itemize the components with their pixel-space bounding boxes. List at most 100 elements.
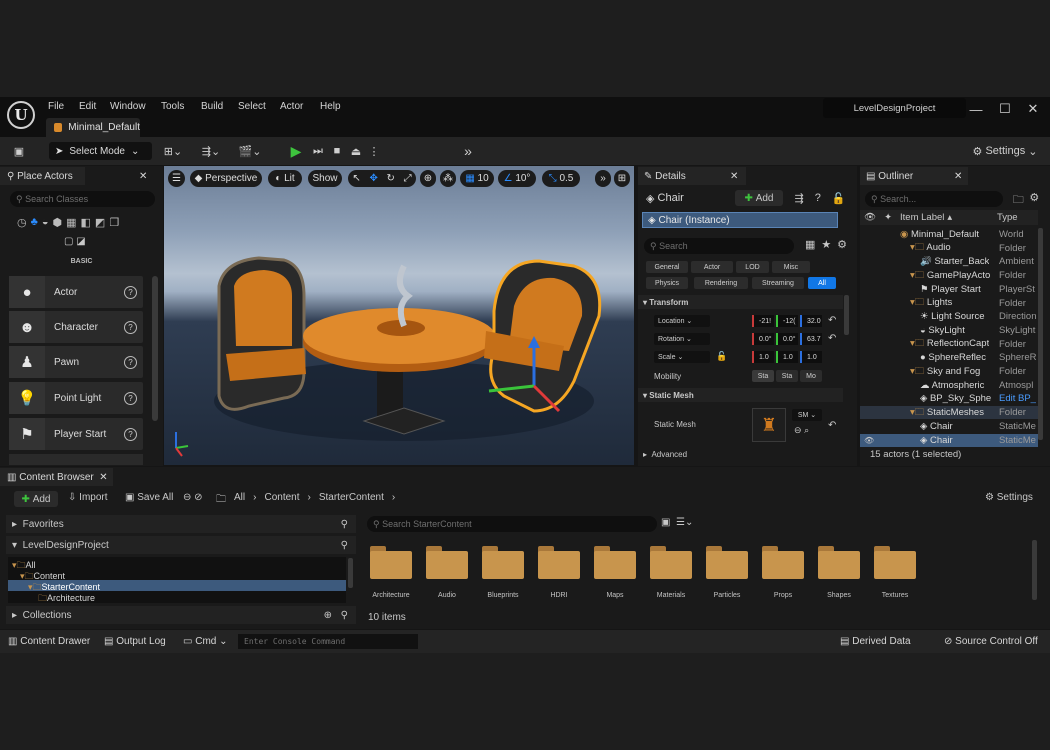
use-selected-icon[interactable]: ⊖ (794, 425, 802, 435)
all-classes-icon[interactable]: ❐ (109, 216, 119, 232)
mobility-stationary[interactable]: Sta (776, 370, 798, 382)
outliner-row[interactable]: ▾🗀 Sky and Fog Folder (860, 365, 1038, 378)
shapes-icon[interactable]: ⬢ (52, 216, 62, 232)
save-all-button[interactable]: ▣ Save All (125, 492, 177, 503)
expand-toolbar-icon[interactable]: » (460, 142, 476, 160)
lock-icon[interactable]: 🔓 (832, 192, 846, 205)
more-viewport-icon[interactable]: » (595, 170, 611, 187)
static-mesh-dropdown[interactable]: SM ⌄ (792, 409, 822, 421)
recent-icon[interactable]: ◷ (17, 216, 27, 232)
viewport-menu-icon[interactable]: ☰ (168, 170, 185, 187)
search-icon[interactable]: ⚲ (341, 610, 348, 621)
basic-icon[interactable]: ♣ (31, 216, 38, 232)
search-classes-input[interactable]: ⚲ Search Classes (10, 191, 155, 207)
help-circle-icon[interactable]: ? (815, 192, 821, 204)
column-item-label[interactable]: Item Label (900, 212, 944, 223)
visibility-icon[interactable]: 👁 (864, 212, 876, 223)
import-button[interactable]: ⇩ Import (68, 492, 118, 503)
filter-lod[interactable]: LOD (736, 261, 769, 273)
outliner-row[interactable]: ⚑ Player Start PlayerSt (860, 283, 1038, 296)
outliner-row[interactable]: ● SphereReflec SphereR (860, 351, 1038, 364)
outliner-row[interactable]: 👁 ◈ Chair StaticMe (860, 433, 1038, 447)
rotate-tool-icon[interactable]: ↻ (387, 173, 395, 184)
outliner-row[interactable]: ☁ Atmospheric Atmospl (860, 379, 1038, 392)
advanced-section-header[interactable]: ▸ Advanced (638, 447, 843, 461)
close-icon[interactable]: ✕ (1023, 100, 1043, 118)
source-control-button[interactable]: ⊘ Source Control Off (944, 634, 1042, 649)
menu-actor[interactable]: Actor (280, 101, 303, 115)
tree-item-architecture[interactable]: 🗀Architecture (38, 591, 338, 607)
help-icon[interactable]: ? (124, 355, 137, 369)
location-y[interactable]: -12( (776, 315, 798, 327)
add-component-button[interactable]: ✚ Add (735, 190, 783, 206)
save-icon[interactable]: ▣ (10, 142, 28, 160)
outliner-row[interactable]: ▾🗀 Audio Folder (860, 242, 1038, 255)
level-viewport[interactable] (164, 166, 634, 465)
place-actors-scrollbar[interactable] (152, 276, 158, 421)
outliner-row[interactable]: ◉ Minimal_Default World (860, 228, 1038, 241)
scale-dropdown[interactable]: Scale ⌄ (654, 351, 710, 363)
menu-window[interactable]: Window (110, 101, 146, 115)
asset-folder[interactable] (706, 546, 748, 579)
actor-item-point-light[interactable]: 💡 Point Light? (9, 382, 143, 414)
outliner-row[interactable]: ◈ BP_Sky_Sphe Edit BP_ (860, 392, 1038, 405)
play-icon[interactable]: ▶ (288, 142, 304, 160)
menu-file[interactable]: File (48, 101, 64, 115)
asset-folder[interactable] (762, 546, 804, 579)
cb-settings-button[interactable]: ⚙ Settings (985, 492, 1041, 503)
stop-icon[interactable]: ■ (329, 142, 345, 160)
details-scrollbar[interactable] (844, 295, 849, 335)
location-x[interactable]: -21! (752, 315, 774, 327)
search-icon[interactable]: ⚲ (341, 540, 348, 551)
outliner-tab[interactable]: ▤ Outliner (860, 167, 968, 185)
close-details-icon[interactable]: ✕ (730, 167, 742, 185)
rotation-dropdown[interactable]: Rotation ⌄ (654, 333, 710, 345)
menu-select[interactable]: Select (238, 101, 266, 115)
output-log-button[interactable]: ▤ Output Log (104, 634, 170, 649)
scale-snap-button[interactable]: ⤡ 0.5 (542, 170, 580, 187)
collections-section[interactable]: ▸ Collections ⊕ ⚲ (6, 606, 356, 624)
grid-snap-button[interactable]: ▦ 10 (460, 170, 494, 187)
outliner-scrollbar[interactable] (1038, 228, 1043, 440)
breadcrumb-all[interactable]: All (234, 492, 245, 509)
outliner-row[interactable]: 🔊 Starter_Back Ambient (860, 255, 1038, 268)
asset-folder[interactable] (426, 546, 468, 579)
filter-icon[interactable]: ☰⌄ (676, 517, 693, 528)
location-z[interactable]: 32.0 (800, 315, 822, 327)
outliner-row[interactable]: ▾🗀 GamePlayActo Folder (860, 269, 1038, 282)
lights-icon[interactable]: ◒ (42, 216, 49, 232)
rotation-y[interactable]: 0.0° (776, 333, 798, 345)
back-icon[interactable]: ⊖ (183, 492, 191, 503)
cinematic-icon[interactable]: ▦ (66, 216, 76, 232)
breadcrumb-startercontent[interactable]: StarterContent (319, 492, 384, 509)
menu-help[interactable]: Help (320, 101, 341, 115)
save-search-icon[interactable]: ▣ (661, 517, 670, 528)
asset-folder[interactable] (370, 546, 412, 579)
menu-edit[interactable]: Edit (79, 101, 96, 115)
actor-item-partial[interactable] (9, 454, 143, 465)
asset-search-input[interactable]: ⚲ Search StarterContent (367, 516, 657, 532)
visibility-icon[interactable]: 👁 (864, 436, 874, 445)
actor-item-player-start[interactable]: ⚑ Player Start? (9, 418, 143, 450)
blueprint-icon[interactable]: ⇶⌄ (198, 142, 224, 160)
filter-actor[interactable]: Actor (691, 261, 733, 273)
more-category-icons[interactable]: ▢ ◪ (64, 236, 104, 248)
filter-misc[interactable]: Misc (772, 261, 810, 273)
rotation-x[interactable]: 0.0° (752, 333, 774, 345)
volumes-icon[interactable]: ◩ (95, 216, 105, 232)
level-tab[interactable]: Minimal_Default (46, 118, 140, 137)
content-browser-tab[interactable]: ▥ Content Browser ✕ (0, 468, 113, 486)
forward-icon[interactable]: ⊘ (194, 492, 202, 503)
filter-rendering[interactable]: Rendering (694, 277, 748, 289)
place-actors-tab[interactable]: ⚲ Place Actors (0, 167, 85, 185)
breadcrumb-content[interactable]: Content (264, 492, 299, 509)
select-tool-icon[interactable]: ↖ (352, 173, 360, 184)
filter-streaming[interactable]: Streaming (752, 277, 804, 289)
outliner-search-input[interactable]: ⚲ Search... (865, 191, 1003, 207)
add-content-icon[interactable]: ⊞⌄ (160, 142, 186, 160)
scale-z[interactable]: 1.0 (800, 351, 822, 363)
asset-folder[interactable] (818, 546, 860, 579)
outliner-row[interactable]: ◒ SkyLight SkyLight (860, 324, 1038, 337)
help-icon[interactable]: ? (124, 391, 137, 405)
gear-icon[interactable]: ⚙ (1029, 191, 1039, 207)
